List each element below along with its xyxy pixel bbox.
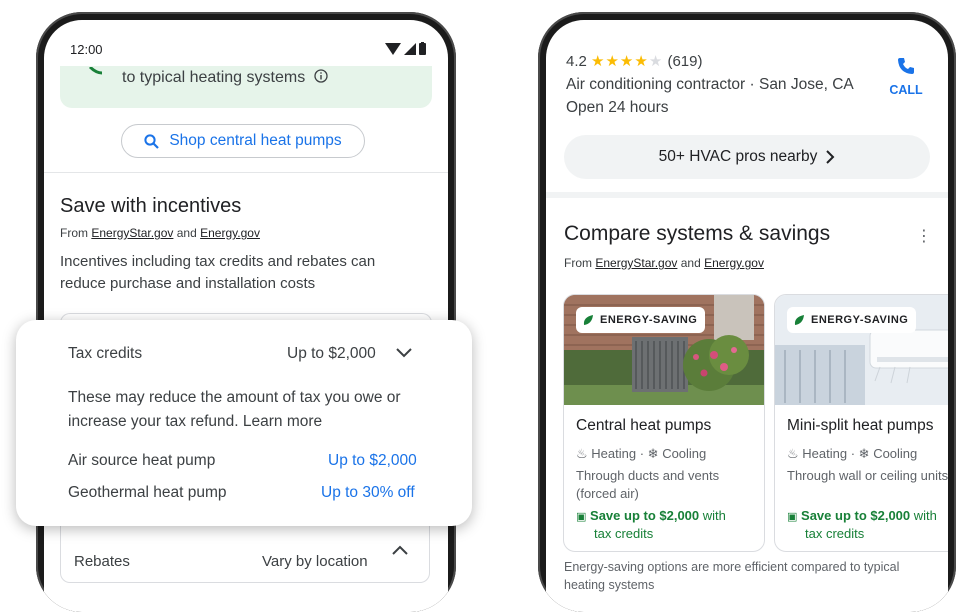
shop-heat-pumps-button[interactable]: Shop central heat pumps bbox=[121, 124, 365, 158]
card-description-1: Through wall or ceiling units bbox=[787, 468, 948, 483]
call-label: CALL bbox=[889, 83, 923, 97]
rebates-card[interactable] bbox=[60, 520, 430, 583]
money-icon: ▣ bbox=[787, 511, 798, 523]
geothermal-label: Geothermal heat pump bbox=[68, 484, 227, 501]
rebates-value: Vary by location bbox=[262, 553, 368, 570]
chevron-up-icon[interactable] bbox=[392, 545, 408, 555]
rebates-label: Rebates bbox=[74, 553, 130, 570]
energy-saving-badge: ENERGY-SAVING bbox=[576, 307, 706, 333]
business-line: Air conditioning contractor · San Jose, … bbox=[566, 76, 854, 93]
compare-source: From EnergyStar.gov and Energy.gov bbox=[564, 256, 764, 270]
snowflake-icon: ❄ bbox=[647, 446, 659, 461]
hvac-pros-button[interactable]: 50+ HVAC pros nearby bbox=[564, 135, 930, 179]
incentives-title: Save with incentives bbox=[60, 195, 242, 217]
card-description-2: (forced air) bbox=[576, 486, 639, 501]
compare-title: Compare systems & savings bbox=[564, 222, 831, 245]
leaf-icon bbox=[583, 315, 593, 325]
rating-count: (619) bbox=[667, 53, 703, 70]
leaf-icon bbox=[88, 67, 102, 75]
tax-credits-label: Tax credits bbox=[68, 345, 143, 362]
mini-split-heat-pumps-card[interactable]: ENERGY-SAVING Mini-split heat pumps ♨ He… bbox=[774, 294, 948, 552]
phone-icon bbox=[898, 58, 914, 74]
central-heat-pumps-card[interactable]: ENERGY-SAVING Central heat pumps ♨ Heati… bbox=[563, 294, 765, 552]
chevron-right-icon bbox=[826, 150, 835, 164]
savings-text-2: tax credits bbox=[805, 526, 865, 541]
wifi-icon bbox=[385, 42, 401, 55]
status-icons bbox=[385, 42, 426, 55]
search-icon bbox=[144, 133, 160, 149]
card-title: Mini-split heat pumps bbox=[787, 417, 934, 434]
energystar-link[interactable]: EnergyStar.gov bbox=[595, 256, 677, 270]
section-divider bbox=[546, 192, 948, 198]
heating-cooling-row: ♨ Heating · ❄ Cooling bbox=[787, 446, 918, 461]
right-phone-screen: 4.2 ★★★★★ (619) Air conditioning contrac… bbox=[546, 20, 948, 612]
rating-value: 4.2 bbox=[566, 53, 587, 70]
signal-icon bbox=[404, 42, 416, 55]
energy-footnote: Energy-saving options are more efficient… bbox=[564, 560, 900, 592]
status-bar: 12:00 bbox=[70, 42, 426, 60]
money-icon: ▣ bbox=[576, 511, 587, 523]
hvac-button-label: 50+ HVAC pros nearby bbox=[658, 148, 818, 165]
savings-text-2: tax credits bbox=[594, 526, 654, 541]
tax-credits-value: Up to $2,000 bbox=[287, 345, 376, 362]
heating-cooling-row: ♨ Heating · ❄ Cooling bbox=[576, 446, 707, 461]
shop-button-label: Shop central heat pumps bbox=[169, 132, 342, 149]
chevron-down-icon[interactable] bbox=[396, 348, 412, 358]
energystar-link[interactable]: EnergyStar.gov bbox=[91, 226, 173, 240]
energy-gov-link[interactable]: Energy.gov bbox=[704, 256, 764, 270]
air-source-label: Air source heat pump bbox=[68, 452, 216, 469]
card-description-1: Through ducts and vents bbox=[576, 468, 720, 483]
leaf-icon bbox=[794, 315, 804, 325]
right-phone-frame: 4.2 ★★★★★ (619) Air conditioning contrac… bbox=[538, 12, 956, 612]
card-title: Central heat pumps bbox=[576, 417, 712, 434]
section-divider bbox=[44, 172, 448, 173]
energy-gov-link[interactable]: Energy.gov bbox=[200, 226, 260, 240]
air-source-value[interactable]: Up to $2,000 bbox=[328, 452, 417, 470]
hours: Open 24 hours bbox=[566, 99, 669, 116]
incentives-description: Incentives including tax credits and reb… bbox=[60, 253, 376, 292]
rating-row: 4.2 ★★★★★ (619) bbox=[566, 52, 702, 70]
energy-saving-badge: ENERGY-SAVING bbox=[787, 307, 917, 333]
info-icon[interactable] bbox=[314, 69, 328, 83]
banner-text: to typical heating systems bbox=[122, 69, 328, 87]
snowflake-icon: ❄ bbox=[858, 446, 870, 461]
tax-credits-explanation: These may reduce the amount of tax you o… bbox=[68, 389, 401, 430]
savings-text: ▣ Save up to $2,000 with bbox=[787, 508, 937, 523]
rating-stars: ★★★★★ bbox=[591, 53, 664, 70]
incentives-source: From EnergyStar.gov and Energy.gov bbox=[60, 226, 260, 240]
tax-credits-popup: Tax credits Up to $2,000 These may reduc… bbox=[16, 320, 472, 526]
geothermal-value[interactable]: Up to 30% off bbox=[321, 484, 415, 502]
more-options-icon[interactable]: ⋮ bbox=[916, 226, 932, 246]
battery-icon bbox=[419, 42, 426, 55]
flame-icon: ♨ bbox=[787, 446, 799, 461]
call-button[interactable]: CALL bbox=[884, 56, 928, 97]
flame-icon: ♨ bbox=[576, 446, 588, 461]
status-time: 12:00 bbox=[70, 42, 103, 57]
savings-text: ▣ Save up to $2,000 with bbox=[576, 508, 726, 523]
